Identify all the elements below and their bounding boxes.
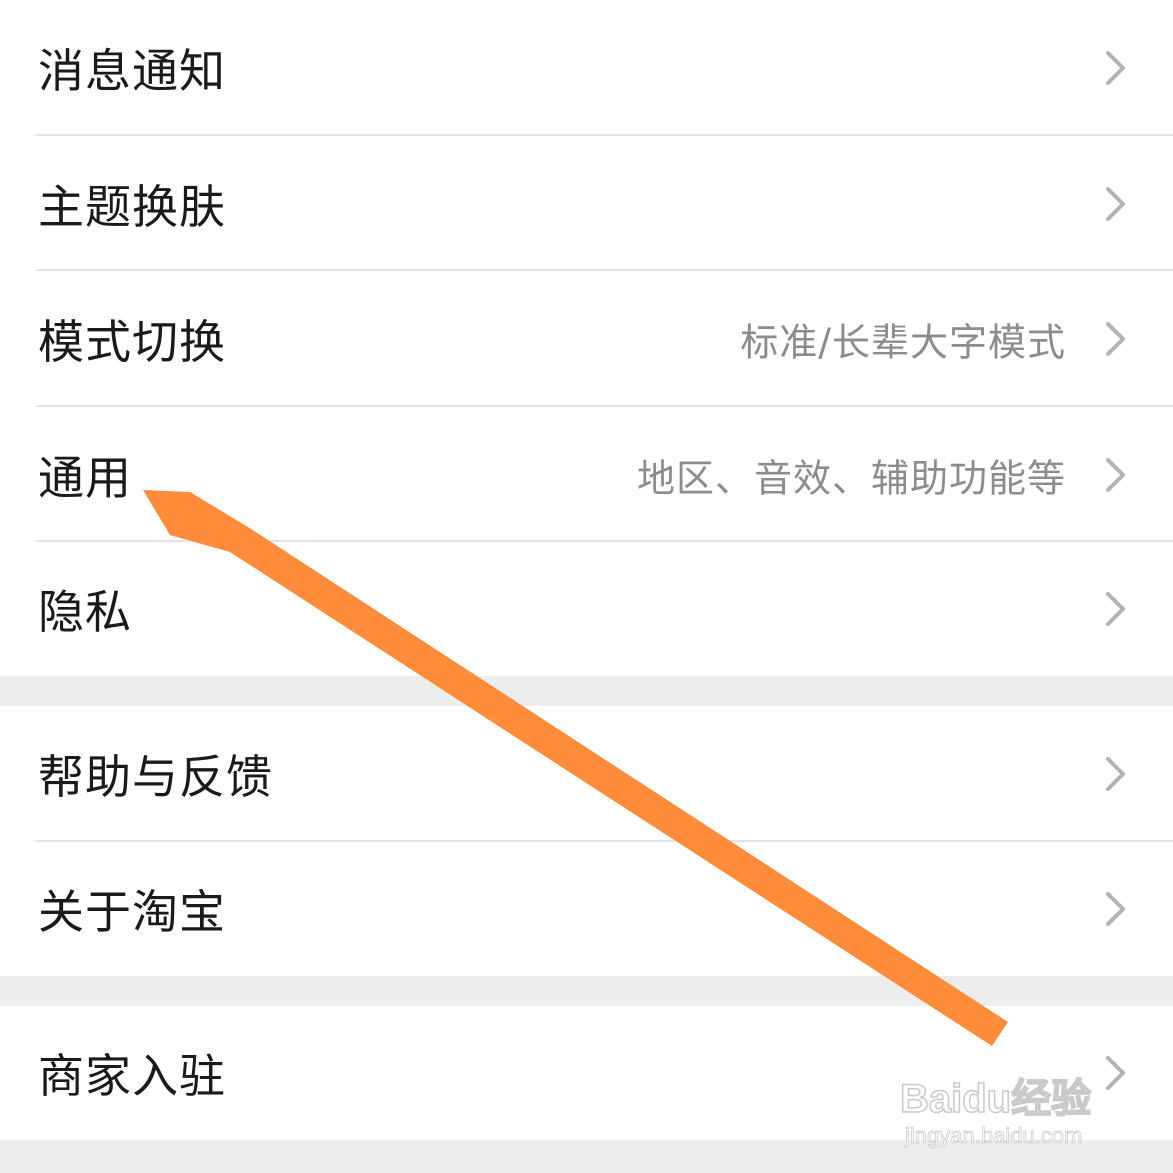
settings-item-label: 主题换肤 [38,179,226,234]
settings-item-about[interactable]: 关于淘宝 [0,842,1173,976]
chevron-right-icon [1106,592,1125,626]
settings-group-main: 消息通知 主题换肤 模式切换 标准/长辈大字模式 通用 地区、音效、辅助功能等 … [0,0,1173,676]
chevron-right-icon [1106,322,1125,356]
settings-item-merchant-join[interactable]: 商家入驻 [0,1006,1173,1140]
settings-item-general[interactable]: 通用 地区、音效、辅助功能等 [0,407,1173,542]
settings-group-help: 帮助与反馈 关于淘宝 [0,706,1173,976]
chevron-right-icon [1106,186,1125,221]
settings-item-privacy[interactable]: 隐私 [0,542,1173,676]
settings-item-label: 关于淘宝 [38,885,226,939]
chevron-right-icon [1106,892,1125,926]
settings-item-label: 帮助与反馈 [38,750,273,804]
settings-item-label: 消息通知 [38,44,226,98]
settings-item-label: 商家入驻 [38,1049,226,1103]
settings-item-subtitle: 标准/长辈大字模式 [740,320,1066,365]
settings-item-theme[interactable]: 主题换肤 [0,136,1173,271]
chevron-right-icon [1106,457,1125,492]
settings-item-notifications[interactable]: 消息通知 [0,0,1173,136]
settings-item-mode-switch[interactable]: 模式切换 标准/长辈大字模式 [0,271,1173,407]
chevron-right-icon [1106,757,1125,791]
settings-item-label: 隐私 [38,585,132,639]
settings-item-label: 模式切换 [38,315,226,369]
settings-item-label: 通用 [38,450,132,505]
chevron-right-icon [1106,51,1125,85]
chevron-right-icon [1106,1056,1125,1090]
settings-group-merchant: 商家入驻 [0,1006,1173,1140]
settings-item-help-feedback[interactable]: 帮助与反馈 [0,706,1173,842]
settings-item-subtitle: 地区、音效、辅助功能等 [636,456,1066,500]
